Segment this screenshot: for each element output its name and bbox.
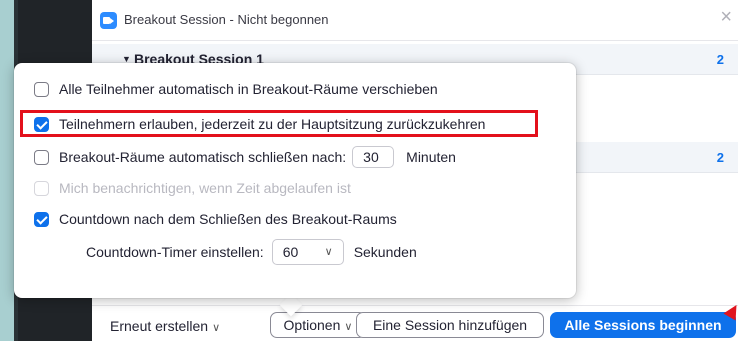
option-auto-move[interactable]: Alle Teilnehmer automatisch in Breakout-…: [34, 78, 438, 100]
checkbox-auto-close[interactable]: [34, 149, 49, 165]
option-countdown[interactable]: Countdown nach dem Schließen des Breakou…: [34, 208, 397, 230]
checkbox-auto-move[interactable]: [34, 81, 49, 97]
option-label: Alle Teilnehmer automatisch in Breakout-…: [59, 81, 438, 97]
minutes-unit: Minuten: [406, 149, 456, 165]
select-value: 60: [282, 244, 299, 260]
session-count: 2: [716, 150, 724, 165]
chevron-down-icon: ∨: [212, 322, 221, 334]
footer-bar: Erneut erstellen ∨ Optionen ∨ Eine Session…: [92, 305, 738, 341]
session-count: 2: [716, 52, 724, 67]
checkbox-countdown[interactable]: [34, 211, 49, 227]
start-all-sessions-button[interactable]: Alle Sessions beginnen: [550, 312, 736, 338]
window-title: Breakout Session - Nicht begonnen: [124, 12, 329, 27]
options-button[interactable]: Optionen ∨: [270, 312, 366, 338]
add-session-button[interactable]: Eine Session hinzufügen: [356, 312, 544, 338]
seconds-unit: Sekunden: [353, 244, 417, 260]
recreate-button[interactable]: Erneut erstellen ∨: [110, 318, 220, 334]
option-auto-close[interactable]: Breakout-Räume automatisch schließen nac…: [34, 146, 456, 168]
recreate-label: Erneut erstellen: [110, 318, 209, 334]
options-popup: Alle Teilnehmer automatisch in Breakout-…: [14, 63, 576, 298]
chevron-down-icon: ∨: [344, 321, 353, 333]
options-label: Optionen: [283, 317, 341, 333]
checkbox-notify: [34, 180, 49, 196]
auto-close-minutes-input[interactable]: 30: [352, 146, 395, 168]
countdown-seconds-select[interactable]: 60 ∨: [271, 239, 344, 265]
option-label: Mich benachrichtigen, wenn Zeit abgelauf…: [59, 180, 351, 196]
close-icon[interactable]: ×: [720, 7, 732, 27]
option-label: Breakout-Räume automatisch schließen nac…: [59, 149, 347, 165]
countdown-timer-row: Countdown-Timer einstellen: 60 ∨ Sekunde…: [86, 239, 417, 265]
zoom-app-icon: [100, 12, 117, 29]
title-bar: Breakout Session - Nicht begonnen ×: [92, 0, 738, 41]
option-notify: Mich benachrichtigen, wenn Zeit abgelauf…: [34, 177, 351, 199]
highlight-box: [20, 110, 538, 137]
option-label: Countdown nach dem Schließen des Breakou…: [59, 211, 397, 227]
countdown-label: Countdown-Timer einstellen:: [86, 244, 264, 260]
chevron-down-icon: ∨: [324, 246, 333, 258]
